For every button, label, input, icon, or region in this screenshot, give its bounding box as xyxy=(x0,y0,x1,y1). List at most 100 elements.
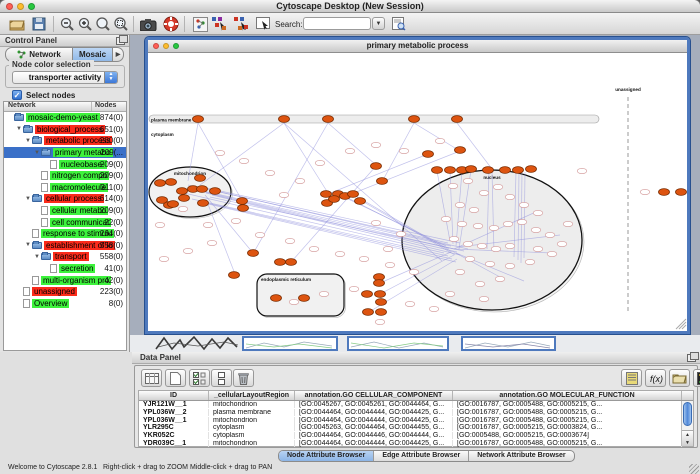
tree-expander-icon[interactable]: ▼ xyxy=(15,126,23,132)
tree-row[interactable]: macromolecule311(0) xyxy=(4,182,126,194)
tree-row[interactable]: ▼primary metabo209(... xyxy=(4,147,126,159)
table-cell[interactable]: cytoplasm xyxy=(209,432,295,439)
table-cell[interactable]: mitochondrion xyxy=(209,401,295,408)
network-node[interactable] xyxy=(197,186,208,193)
tree-row[interactable]: nucleobase-209(0) xyxy=(4,158,126,170)
select-nodes-checkbox[interactable]: ✓ xyxy=(12,90,22,100)
table-cell[interactable]: [GO:0016787, GO:0005215, GO:0003824, G..… xyxy=(453,424,682,431)
table-cell[interactable]: [GO:0044464, GO:0044446, GO:0044444, G..… xyxy=(295,432,453,439)
formula-builder-button[interactable]: f(x) xyxy=(645,369,666,387)
network-node-small[interactable] xyxy=(441,216,451,221)
table-cell[interactable]: mitochondrion xyxy=(209,440,295,447)
network-node[interactable] xyxy=(210,188,221,195)
network-node[interactable] xyxy=(238,205,249,212)
tree-row[interactable]: ▼transport558(0) xyxy=(4,251,126,263)
table-cell[interactable]: YKR052C xyxy=(139,432,209,439)
region-plasma-membrane[interactable] xyxy=(149,115,599,123)
tab-node-attribute-browser[interactable]: Node Attribute Browser xyxy=(279,451,374,461)
network-node-small[interactable] xyxy=(155,222,165,227)
network-node-small[interactable] xyxy=(505,243,515,248)
network-edge[interactable] xyxy=(328,123,376,165)
tree-row[interactable]: ▼metabolic process280(0) xyxy=(4,135,126,147)
network-node-small[interactable] xyxy=(485,261,495,266)
network-node[interactable] xyxy=(371,163,382,170)
network-node[interactable] xyxy=(193,116,204,123)
network-node-small[interactable] xyxy=(183,248,193,253)
network-node[interactable] xyxy=(432,167,443,174)
network-node-small[interactable] xyxy=(207,240,217,245)
network-node[interactable] xyxy=(155,180,166,187)
help-ring-icon[interactable] xyxy=(162,15,180,33)
network-node-small[interactable] xyxy=(457,221,467,226)
network-node-small[interactable] xyxy=(385,262,395,267)
network-node-small[interactable] xyxy=(533,246,543,251)
network-node[interactable] xyxy=(362,291,373,298)
network-node[interactable] xyxy=(526,166,537,173)
network-node-small[interactable] xyxy=(489,225,499,230)
table-cell[interactable]: [GO:0016787, GO:0005488, GO:0005215, G..… xyxy=(453,409,682,416)
table-cell[interactable]: YDR039C__1 xyxy=(139,440,209,447)
network-node[interactable] xyxy=(452,116,463,123)
zoom-fit-icon[interactable] xyxy=(94,15,112,33)
table-cell[interactable]: YLR295C xyxy=(139,424,209,431)
tab-edge-attribute-browser[interactable]: Edge Attribute Browser xyxy=(374,451,469,461)
tree-row[interactable]: secretion41(0) xyxy=(4,263,126,275)
network-node-small[interactable] xyxy=(335,251,345,256)
float-panel-icon[interactable] xyxy=(116,37,125,45)
delete-attribute-button[interactable] xyxy=(233,369,254,387)
network-node[interactable] xyxy=(376,309,387,316)
network-edge[interactable] xyxy=(457,123,492,169)
network-node-small[interactable] xyxy=(455,269,465,274)
network-node[interactable] xyxy=(363,309,374,316)
network-node-small[interactable] xyxy=(503,221,513,226)
network-node[interactable] xyxy=(195,175,206,182)
network-node-small[interactable] xyxy=(563,221,573,226)
network-edge[interactable] xyxy=(414,123,460,151)
network-node-small[interactable] xyxy=(469,207,479,212)
table-cell[interactable]: YJR121W__1 xyxy=(139,401,209,408)
tree-row[interactable]: ▼cellular process614(0) xyxy=(4,193,126,205)
search-dropdown-arrow[interactable]: ▼ xyxy=(372,17,385,30)
network-node[interactable] xyxy=(237,198,248,205)
network-node-small[interactable] xyxy=(289,299,299,304)
network-node[interactable] xyxy=(659,189,670,196)
network-node-small[interactable] xyxy=(371,142,381,147)
network-node[interactable] xyxy=(166,179,177,186)
tree-row[interactable]: multi-organism pro42(0) xyxy=(4,274,126,286)
table-cell[interactable]: [GO:0044464, GO:0044444, GO:0044425, G..… xyxy=(295,409,453,416)
table-cell[interactable]: cytoplasm xyxy=(209,424,295,431)
tree-expander-icon[interactable]: ▼ xyxy=(24,242,32,248)
network-node-small[interactable] xyxy=(505,263,515,268)
network-node-small[interactable] xyxy=(399,148,409,153)
network-node-small[interactable] xyxy=(203,222,213,227)
network-node-small[interactable] xyxy=(285,238,295,243)
layout-2-icon[interactable] xyxy=(232,15,250,33)
network-node-small[interactable] xyxy=(409,269,419,274)
network-node[interactable] xyxy=(279,116,290,123)
network-node-small[interactable] xyxy=(479,296,489,301)
network-overview-icon[interactable] xyxy=(191,15,209,33)
table-row[interactable]: YPL036W__2plasma membrane[GO:0044464, GO… xyxy=(139,409,693,417)
tree-row[interactable]: unassigned223(0) xyxy=(4,286,126,298)
tree-row[interactable]: nitrogen compo209(0) xyxy=(4,170,126,182)
background-view-window[interactable] xyxy=(461,336,556,351)
annotation-icon[interactable] xyxy=(254,15,272,33)
network-node-small[interactable] xyxy=(159,256,169,261)
scrollbar-thumb[interactable] xyxy=(683,402,692,426)
window-resize-grip[interactable] xyxy=(689,464,699,474)
network-node-small[interactable] xyxy=(640,189,650,194)
network-node-small[interactable] xyxy=(445,291,455,296)
network-canvas[interactable]: plasma membrane cytoplasm mitochondrion … xyxy=(148,53,687,330)
network-node-small[interactable] xyxy=(517,219,527,224)
network-node[interactable] xyxy=(466,166,477,173)
network-node-small[interactable] xyxy=(491,246,501,251)
network-node-small[interactable] xyxy=(477,243,487,248)
view-titlebar[interactable]: primary metabolic process xyxy=(148,40,687,53)
network-node-small[interactable] xyxy=(255,232,265,237)
tree-row[interactable]: Overview8(0) xyxy=(4,298,126,310)
open-file-icon[interactable] xyxy=(8,15,26,33)
network-node[interactable] xyxy=(286,259,297,266)
table-cell[interactable]: [GO:0045267, GO:0045261, GO:0044464, G..… xyxy=(295,401,453,408)
network-node[interactable] xyxy=(179,195,190,202)
table-cell[interactable]: YPL036W__2 xyxy=(139,409,209,416)
